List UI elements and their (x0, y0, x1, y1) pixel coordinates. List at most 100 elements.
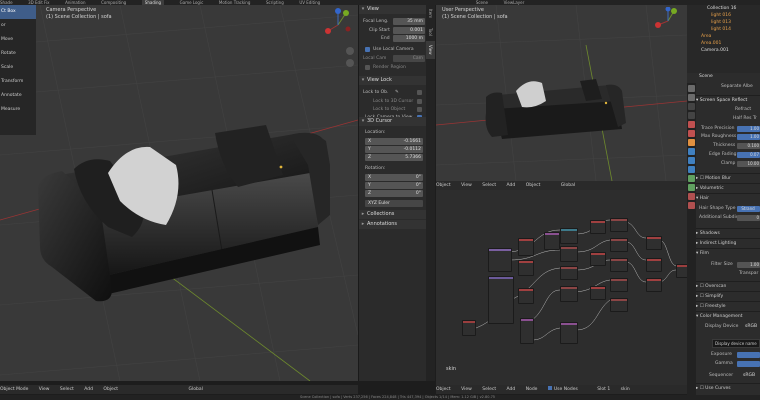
menu-add-secondary[interactable]: Add (507, 183, 516, 188)
max-roughness-field[interactable]: 1.00 (737, 134, 760, 140)
menu-item-measure[interactable]: Measure (0, 103, 36, 117)
render-region-checkbox[interactable] (365, 65, 370, 70)
shader-node[interactable] (560, 286, 578, 302)
section-collections[interactable]: ▸ Collections (359, 210, 427, 219)
mode-dropdown[interactable]: Object Mode (0, 387, 28, 392)
navigation-gizmo-secondary[interactable] (650, 7, 686, 37)
orientation-dropdown-secondary[interactable]: Global (561, 183, 575, 188)
menu-item-transform[interactable]: Transform (0, 75, 36, 89)
menu-object-secondary[interactable]: Object (526, 183, 541, 188)
outliner-item[interactable]: Collection 16 (687, 5, 760, 12)
section-freestyle[interactable]: ▸ ☐ Freestyle (696, 301, 760, 311)
editor-mode-dropdown[interactable]: Object (436, 387, 451, 392)
cursor-rot-y[interactable]: Y 0° (365, 182, 423, 189)
shader-node[interactable] (646, 258, 662, 272)
shader-node[interactable] (590, 286, 606, 300)
menu-view-secondary[interactable]: View (461, 183, 472, 188)
clip-end-field[interactable]: 1000 m (393, 35, 425, 42)
trace-precision-field[interactable]: 1.00 (737, 126, 760, 132)
use-local-camera-checkbox[interactable] (365, 47, 370, 52)
orientation-dropdown[interactable]: Global (189, 387, 203, 392)
rotation-mode-dropdown[interactable]: XYZ Euler (365, 200, 423, 207)
shader-node[interactable] (610, 218, 628, 232)
menu-item-move[interactable]: Move (0, 33, 36, 47)
section-annotations[interactable]: ▸ Annotations (359, 220, 427, 229)
node-menu-node[interactable]: Node (526, 387, 538, 392)
viewport-3d-main[interactable]: Camera Perspective (1) Scene Collection … (0, 5, 358, 381)
section-overscan[interactable]: ▸ ☐ Overscan (696, 281, 760, 291)
pan-icon[interactable] (346, 59, 354, 67)
section-indirect-lighting[interactable]: ▸ Indirect Lighting (696, 238, 760, 248)
cursor-rot-x[interactable]: X 0° (365, 174, 423, 181)
outliner-item-area[interactable]: Area (687, 33, 760, 40)
shader-node[interactable] (518, 238, 534, 256)
shader-node[interactable] (610, 258, 628, 272)
menu-item-rotate[interactable]: Rotate (0, 47, 36, 61)
particles-tab-icon[interactable] (688, 157, 695, 164)
viewport-3d-secondary[interactable]: User Perspective (1) Scene Collection | … (436, 5, 687, 181)
tab-view[interactable]: View (426, 41, 435, 59)
shader-node[interactable] (488, 248, 512, 272)
shader-node[interactable] (488, 276, 514, 324)
material-tab-icon[interactable] (688, 193, 695, 200)
shader-node[interactable] (520, 318, 534, 344)
additional-subdiv-field[interactable]: 0 (737, 215, 760, 221)
node-menu-select[interactable]: Select (482, 387, 496, 392)
hair-shape-dropdown[interactable]: Strand (737, 206, 760, 212)
view-layer-tab-icon[interactable] (688, 112, 695, 119)
section-motion-blur[interactable]: ▸ ☐ Motion Blur (696, 173, 760, 183)
use-nodes-toggle[interactable]: Use Nodes (547, 386, 587, 392)
lock-to-object-x[interactable] (417, 90, 422, 95)
section-simplify[interactable]: ▸ ☐ Simplify (696, 291, 760, 301)
menu-item[interactable]: or (0, 19, 36, 33)
focal-length-field[interactable]: 35 mm (393, 18, 425, 25)
world-tab-icon[interactable] (688, 130, 695, 137)
lock-to-3d-cursor-checkbox[interactable] (417, 99, 422, 104)
gamma-field[interactable] (737, 361, 760, 367)
sequencer-dropdown[interactable]: sRGB (743, 372, 755, 379)
section-view[interactable]: ▾ View (359, 5, 427, 14)
exposure-field[interactable] (737, 352, 760, 358)
section-ssr[interactable]: ▾ Screen Space Reflect (696, 95, 760, 105)
shader-node[interactable] (560, 228, 578, 244)
menu-select[interactable]: Select (60, 387, 74, 392)
material-selector[interactable]: skin (621, 387, 630, 392)
shader-node[interactable] (610, 238, 628, 252)
cursor-loc-y[interactable]: Y -0.0112 (365, 146, 423, 153)
cursor-loc-x[interactable]: X -0.1661 (365, 138, 423, 145)
outliner-item-area[interactable]: Area.001 (687, 40, 760, 47)
render-tab-icon[interactable] (688, 94, 695, 101)
local-camera-field[interactable]: Cam (393, 55, 425, 62)
shader-node[interactable] (610, 278, 628, 292)
clip-start-field[interactable]: 0.001 (393, 27, 425, 34)
cursor-loc-z[interactable]: Z 5.7366 (365, 154, 423, 161)
constraints-tab-icon[interactable] (688, 175, 695, 182)
shader-node[interactable] (462, 320, 476, 336)
section-color-management[interactable]: ▾ Color Management (696, 311, 760, 321)
section-volumetric[interactable]: ▸ Volumetric (696, 183, 760, 193)
menu-add[interactable]: Add (84, 387, 93, 392)
material-output-node[interactable] (676, 264, 687, 278)
data-tab-icon[interactable] (688, 184, 695, 191)
thickness-field[interactable]: 0.100 (737, 143, 760, 149)
menu-object[interactable]: Object (103, 387, 118, 392)
outliner-item-light[interactable]: light 014 (687, 26, 760, 33)
shader-node[interactable] (544, 232, 560, 250)
section-hair[interactable]: ▾ Hair (696, 193, 760, 203)
section-view-lock[interactable]: ▾ View Lock (359, 76, 427, 85)
object-tab-icon[interactable] (688, 139, 695, 146)
texture-tab-icon[interactable] (688, 202, 695, 209)
menu-view[interactable]: View (39, 387, 50, 392)
section-film[interactable]: ▾ Film (696, 248, 760, 258)
shader-node[interactable] (610, 298, 628, 312)
shader-node[interactable] (560, 322, 578, 344)
section-shadows[interactable]: ▸ Shadows (696, 228, 760, 238)
tab-tool[interactable]: Tool (426, 23, 435, 41)
menu-select-secondary[interactable]: Select (482, 183, 496, 188)
physics-tab-icon[interactable] (688, 166, 695, 173)
clamp-field[interactable]: 10.00 (737, 161, 760, 167)
eyedropper-icon[interactable]: ✎ (395, 89, 399, 96)
node-menu-add[interactable]: Add (507, 387, 516, 392)
cursor-rot-z[interactable]: Z 0° (365, 190, 423, 197)
filter-size-field[interactable]: 1.00 (737, 262, 760, 268)
